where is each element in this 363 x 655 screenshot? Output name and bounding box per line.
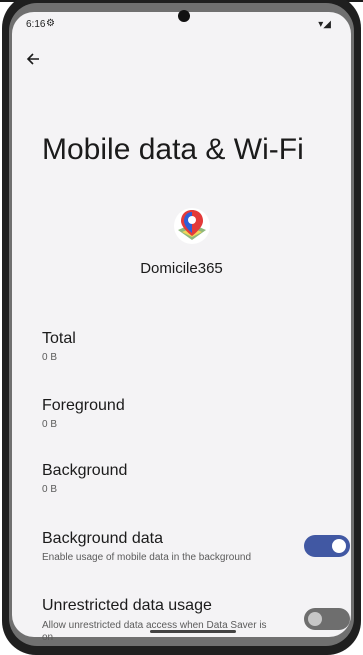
- back-arrow-icon[interactable]: [26, 50, 46, 70]
- home-indicator[interactable]: [150, 630, 236, 633]
- foreground-label: Foreground: [42, 397, 125, 414]
- toggle-knob: [308, 612, 322, 626]
- status-time: 6:16: [26, 19, 46, 30]
- background-data-title: Background data: [42, 530, 163, 547]
- toggle-knob: [332, 539, 346, 553]
- background-data-toggle[interactable]: [304, 535, 350, 557]
- app-name: Domicile365: [140, 260, 223, 277]
- total-value: 0 B: [42, 352, 58, 363]
- app-icon: [172, 206, 212, 246]
- page-title: Mobile data & Wi-Fi: [42, 133, 304, 166]
- background-label: Background: [42, 462, 128, 479]
- background-value: 0 B: [42, 484, 58, 495]
- foreground-value: 0 B: [42, 419, 58, 430]
- unrestricted-data-toggle[interactable]: [304, 608, 350, 630]
- unrestricted-data-title: Unrestricted data usage: [42, 597, 212, 614]
- settings-notification-icon: ⚙: [46, 18, 55, 29]
- signal-wifi-icons: ▾◢: [318, 19, 331, 30]
- front-camera-icon: [178, 10, 190, 22]
- background-data-description: Enable usage of mobile data in the backg…: [42, 552, 252, 563]
- total-label: Total: [42, 330, 76, 347]
